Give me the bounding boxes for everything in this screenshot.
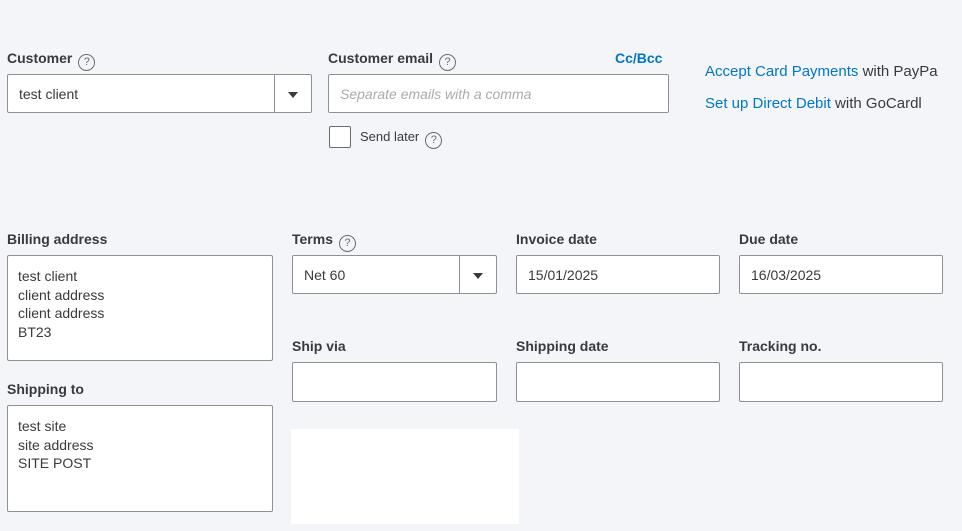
customer-email-help-icon[interactable]: ? [439, 54, 457, 71]
cc-bcc-link[interactable]: Cc/Bcc [615, 50, 662, 66]
send-later-help-icon[interactable]: ? [425, 132, 443, 149]
direct-debit-suffix: with GoCardl [830, 95, 922, 112]
due-date-input[interactable]: 16/03/2025 [739, 255, 943, 294]
card-payments-row: Accept Card Payments with PayPa [705, 63, 938, 81]
customer-value: test client [19, 86, 79, 102]
invoice-date-label: Invoice date [516, 231, 597, 247]
terms-label: Terms? [292, 231, 356, 252]
customer-email-input[interactable]: Separate emails with a comma [328, 74, 669, 113]
billing-address-textarea[interactable]: test client client address client addres… [7, 255, 273, 361]
set-up-direct-debit-link[interactable]: Set up Direct Debit [705, 95, 831, 112]
accept-card-payments-link[interactable]: Accept Card Payments [705, 63, 858, 80]
ship-via-label: Ship via [292, 338, 346, 354]
send-later-checkbox[interactable] [329, 126, 351, 148]
ship-via-input[interactable] [292, 362, 497, 402]
shipping-to-label: Shipping to [7, 381, 84, 397]
terms-select[interactable]: Net 60 [292, 255, 497, 294]
shipping-to-text: test site site address SITE POST [18, 418, 94, 471]
customer-dropdown-icon[interactable] [274, 75, 311, 112]
billing-address-text: test client client address client addres… [18, 268, 105, 340]
send-later-label: Send later? [360, 129, 443, 149]
customer-label: Customer? [7, 50, 96, 71]
billing-address-label: Billing address [7, 231, 108, 247]
due-date-label: Due date [739, 231, 799, 247]
customer-email-label: Customer email? [328, 50, 457, 71]
customer-combobox[interactable]: test client [7, 74, 312, 113]
shipping-to-textarea[interactable]: test site site address SITE POST [7, 405, 273, 512]
customer-email-placeholder: Separate emails with a comma [340, 86, 532, 102]
invoice-date-value: 15/01/2025 [528, 267, 599, 283]
terms-help-icon[interactable]: ? [338, 235, 356, 252]
tracking-no-input[interactable] [739, 362, 943, 402]
direct-debit-row: Set up Direct Debit with GoCardl [705, 95, 922, 113]
card-payments-suffix: with PayPa [858, 63, 938, 80]
due-date-value: 16/03/2025 [751, 267, 822, 283]
customer-help-icon[interactable]: ? [78, 54, 96, 71]
blank-panel [291, 429, 519, 524]
terms-dropdown-icon[interactable] [459, 256, 496, 293]
terms-value: Net 60 [304, 267, 346, 283]
tracking-no-label: Tracking no. [739, 338, 822, 354]
shipping-date-input[interactable] [516, 362, 720, 402]
invoice-date-input[interactable]: 15/01/2025 [516, 255, 720, 294]
shipping-date-label: Shipping date [516, 338, 609, 354]
